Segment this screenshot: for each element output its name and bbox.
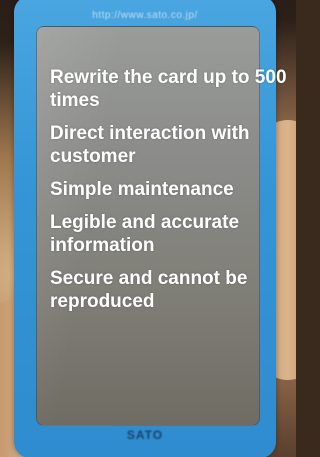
feature-list: Rewrite the card up to 500 times Direct … [50,66,290,323]
feature-item-interaction: Direct interaction with customer [50,123,250,167]
feature-item-legible: Legible and accurate information [50,212,240,256]
feature-item-secure: Secure and cannot be reproduced [50,268,248,312]
card-url: http://www.sato.co.jp/ [92,10,198,21]
feature-item-maintenance: Simple maintenance [50,179,234,200]
card-brand-logo: SATO [126,428,164,442]
feature-item-rewrite: Rewrite the card up to 500 times [50,67,287,111]
photo-scene: http://www.sato.co.jp/ SATO Rewrite the … [0,0,296,457]
